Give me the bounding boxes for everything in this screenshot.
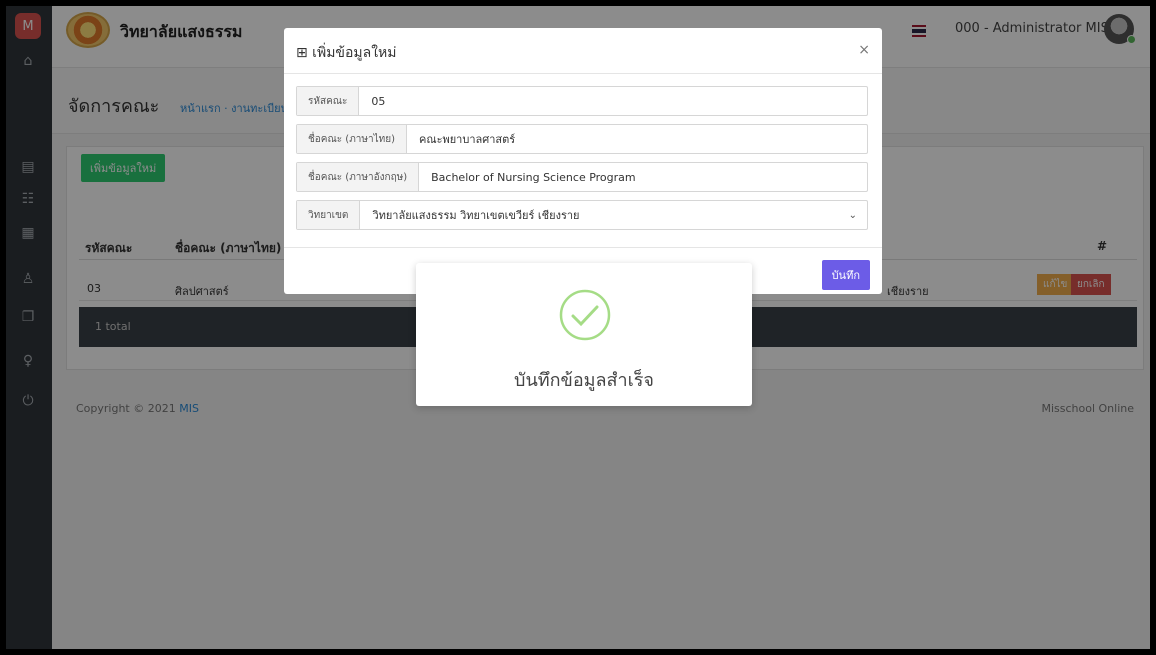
add-faculty-modal: ⊞ เพิ่มข้อมูลใหม่ × รหัสคณะ 05 ชื่อคณะ (… — [284, 28, 882, 294]
modal-title: ⊞ เพิ่มข้อมูลใหม่ — [296, 45, 397, 61]
campus-select-field[interactable]: วิทยาเขต วิทยาลัยแสงธรรม วิทยาเขตเขวียร์… — [296, 200, 868, 230]
faculty-name-en-input[interactable]: Bachelor of Nursing Science Program — [419, 163, 867, 191]
faculty-code-input[interactable]: 05 — [359, 87, 867, 115]
chevron-down-icon[interactable]: ⌄ — [849, 201, 867, 229]
success-message: บันทึกข้อมูลสำเร็จ — [514, 370, 654, 391]
app-window: M ⌂ ▤ ☷ ▦ ♙ ❐ ♀ ⏻ วิทยาลัยแสงธรรม 000 - … — [6, 6, 1150, 649]
field-label: วิทยาเขต — [297, 201, 361, 229]
save-button[interactable]: บันทึก — [821, 260, 870, 290]
success-alert[interactable]: บันทึกข้อมูลสำเร็จ — [416, 263, 752, 406]
modal-divider — [284, 247, 882, 248]
close-icon[interactable]: × — [858, 42, 870, 58]
field-label: ชื่อคณะ (ภาษาไทย) — [297, 125, 408, 153]
faculty-name-th-input[interactable]: คณะพยาบาลศาสตร์ — [407, 125, 867, 153]
modal-header: ⊞ เพิ่มข้อมูลใหม่ × — [284, 28, 882, 74]
faculty-name-th-field[interactable]: ชื่อคณะ (ภาษาไทย) คณะพยาบาลศาสตร์ — [296, 124, 868, 154]
field-label: ชื่อคณะ (ภาษาอังกฤษ) — [297, 163, 420, 191]
faculty-name-en-field[interactable]: ชื่อคณะ (ภาษาอังกฤษ) Bachelor of Nursing… — [296, 162, 868, 192]
success-check-icon — [559, 289, 611, 341]
faculty-code-field[interactable]: รหัสคณะ 05 — [296, 86, 868, 116]
field-label: รหัสคณะ — [297, 87, 360, 115]
campus-select[interactable]: วิทยาลัยแสงธรรม วิทยาเขตเขวียร์ เชียงราย — [360, 201, 848, 229]
